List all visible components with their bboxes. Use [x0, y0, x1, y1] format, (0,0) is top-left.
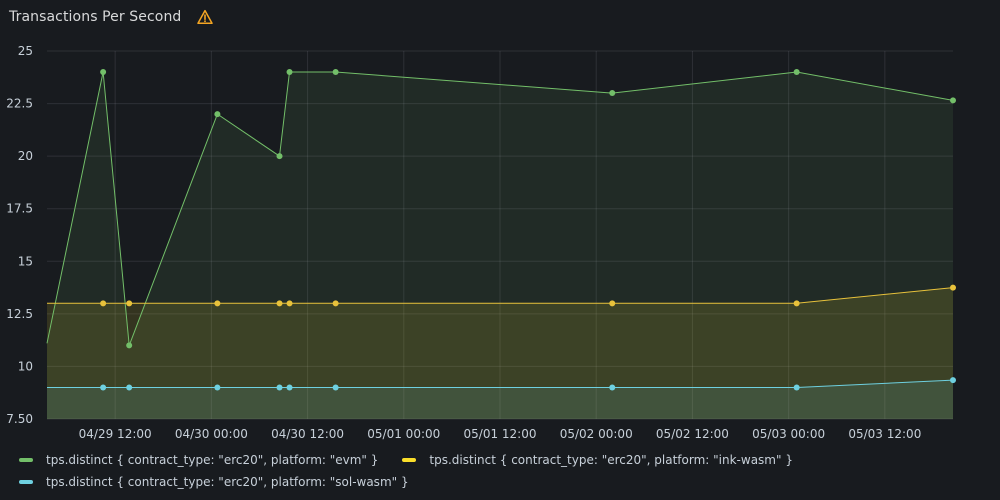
- data-point-sol-wasm[interactable]: [950, 377, 956, 384]
- legend-row-1: tps.distinct { contract_type: "erc20", p…: [19, 449, 989, 471]
- y-tick-label: 10: [18, 359, 33, 373]
- legend-swatch-sol-wasm: [19, 480, 33, 484]
- legend-swatch-evm: [19, 458, 33, 462]
- x-tick-label: 04/30 00:00: [175, 427, 248, 441]
- x-tick-label: 05/02 12:00: [656, 427, 729, 441]
- legend-row-2: tps.distinct { contract_type: "erc20", p…: [19, 471, 989, 493]
- x-tick-label: 05/01 00:00: [367, 427, 440, 441]
- y-tick-label: 7.50: [6, 412, 33, 426]
- data-point-evm[interactable]: [286, 69, 293, 76]
- legend-item-ink-wasm[interactable]: tps.distinct { contract_type: "erc20", p…: [402, 453, 793, 467]
- legend-label-evm: tps.distinct { contract_type: "erc20", p…: [46, 453, 379, 467]
- data-point-ink-wasm[interactable]: [793, 300, 800, 307]
- data-point-ink-wasm[interactable]: [332, 300, 339, 307]
- y-tick-label: 17.5: [6, 202, 33, 216]
- y-tick-label: 25: [18, 44, 33, 58]
- y-tick-label: 22.5: [6, 97, 33, 111]
- data-point-evm[interactable]: [100, 69, 107, 76]
- y-tick-label: 20: [18, 149, 33, 163]
- data-point-ink-wasm[interactable]: [609, 300, 616, 307]
- data-point-evm[interactable]: [609, 90, 616, 97]
- data-point-ink-wasm[interactable]: [100, 300, 107, 307]
- x-tick-label: 04/29 12:00: [79, 427, 152, 441]
- data-point-evm[interactable]: [793, 69, 800, 76]
- data-point-ink-wasm[interactable]: [276, 300, 283, 307]
- data-point-sol-wasm[interactable]: [126, 384, 133, 391]
- data-point-sol-wasm[interactable]: [276, 384, 283, 391]
- legend-label-ink-wasm: tps.distinct { contract_type: "erc20", p…: [429, 453, 793, 467]
- x-tick-label: 05/02 00:00: [560, 427, 633, 441]
- data-point-evm[interactable]: [332, 69, 339, 76]
- y-axis: 25 22.5 20 17.5 15 12.5 10 7.50: [6, 44, 33, 426]
- data-point-ink-wasm[interactable]: [286, 300, 293, 307]
- y-tick-label: 15: [18, 254, 33, 268]
- legend-item-evm[interactable]: tps.distinct { contract_type: "erc20", p…: [19, 453, 378, 467]
- data-point-ink-wasm[interactable]: [950, 284, 956, 291]
- data-point-sol-wasm[interactable]: [214, 384, 221, 391]
- data-point-evm[interactable]: [214, 111, 221, 118]
- x-tick-label: 05/03 00:00: [752, 427, 825, 441]
- legend: tps.distinct { contract_type: "erc20", p…: [19, 449, 989, 493]
- data-point-sol-wasm[interactable]: [100, 384, 107, 391]
- x-axis: 04/29 12:00 04/30 00:00 04/30 12:00 05/01 0…: [79, 427, 922, 441]
- x-tick-label: 05/01 12:00: [464, 427, 537, 441]
- x-tick-label: 05/03 12:00: [848, 427, 921, 441]
- data-point-evm[interactable]: [276, 153, 283, 160]
- data-point-sol-wasm[interactable]: [793, 384, 800, 391]
- data-point-evm[interactable]: [126, 342, 133, 349]
- legend-swatch-ink-wasm: [402, 458, 417, 462]
- data-point-ink-wasm[interactable]: [126, 300, 133, 307]
- legend-item-sol-wasm[interactable]: tps.distinct { contract_type: "erc20", p…: [19, 475, 409, 489]
- tps-panel: Transactions Per Second 25 22.5 20 17.5 15 12…: [0, 0, 1000, 500]
- x-tick-label: 04/30 12:00: [271, 427, 344, 441]
- data-point-sol-wasm[interactable]: [609, 384, 616, 391]
- data-point-evm[interactable]: [950, 97, 956, 104]
- data-point-ink-wasm[interactable]: [214, 300, 221, 307]
- data-point-sol-wasm[interactable]: [286, 384, 293, 391]
- series-areas: [47, 72, 953, 419]
- time-series-chart[interactable]: 25 22.5 20 17.5 15 12.5 10 7.50 04/29 12:00 04/3…: [0, 0, 1000, 445]
- legend-label-sol-wasm: tps.distinct { contract_type: "erc20", p…: [46, 475, 409, 489]
- data-point-sol-wasm[interactable]: [332, 384, 339, 391]
- y-tick-label: 12.5: [6, 307, 33, 321]
